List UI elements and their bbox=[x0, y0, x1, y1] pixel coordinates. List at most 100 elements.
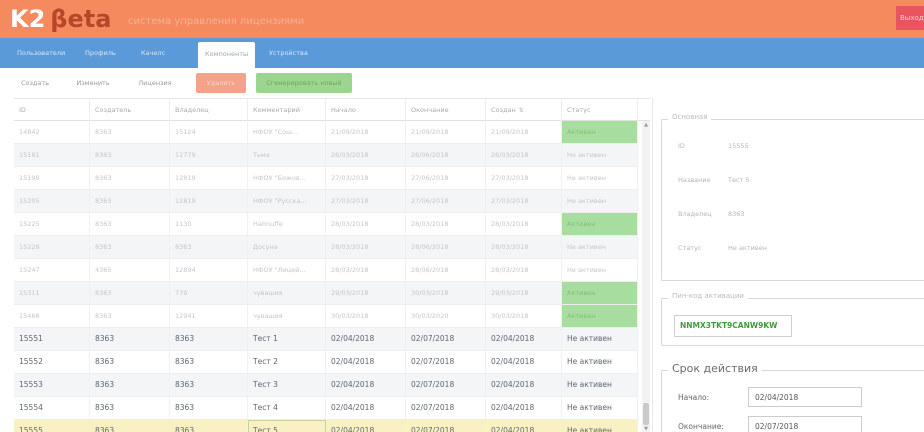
cell-start: 02/04/2018 bbox=[326, 374, 406, 396]
id-value: 15555 bbox=[728, 142, 749, 150]
cell-owner: 8363 bbox=[170, 420, 248, 432]
table-row[interactable]: 15554 8363 8363 Тест 4 02/04/2018 02/07/2018 0… bbox=[14, 397, 638, 420]
scroll-up-icon[interactable]: ▲ bbox=[642, 121, 650, 129]
cell-owner: 12894 bbox=[170, 259, 248, 281]
cell-id: 15554 bbox=[14, 397, 90, 419]
nav-tab-keys[interactable]: Качелс bbox=[134, 38, 172, 68]
cell-owner: 8363 bbox=[170, 236, 248, 258]
generate-new-button[interactable]: Сгенерировать новый bbox=[256, 73, 352, 93]
cell-id: 15205 bbox=[14, 190, 90, 212]
table-row[interactable]: 15205 8363 12819 НФОУ "Русска... 27/03/2018 2… bbox=[14, 190, 638, 213]
cell-owner: 8363 bbox=[170, 374, 248, 396]
cell-created: 26/03/2018 bbox=[486, 144, 562, 166]
start-date-input[interactable] bbox=[748, 387, 862, 407]
table-row[interactable]: 14842 8363 15124 НФОУ "Сош... 21/09/2018 21/0… bbox=[14, 121, 638, 144]
column-header-creator[interactable]: Создатель bbox=[90, 99, 170, 121]
delete-button[interactable]: Удалить bbox=[196, 73, 246, 93]
cell-id: 15225 bbox=[14, 213, 90, 235]
cell-created: 02/04/2018 bbox=[486, 397, 562, 419]
cell-comment: Досуна bbox=[248, 236, 326, 258]
cell-start: 21/09/2018 bbox=[326, 121, 406, 143]
nav-tab-users[interactable]: Пользователи bbox=[10, 38, 72, 68]
logo-beta: βeta bbox=[50, 5, 112, 33]
app-subtitle: система управления лицензиями bbox=[128, 16, 305, 27]
cell-status: Не активен bbox=[562, 144, 638, 166]
cell-creator: 8363 bbox=[90, 397, 170, 419]
table-row[interactable]: 15552 8363 8363 Тест 2 02/04/2018 02/07/2018 0… bbox=[14, 351, 638, 374]
cell-comment: НФОУ "Русска... bbox=[248, 190, 326, 212]
table-body: 14842 8363 15124 НФОУ "Сош... 21/09/2018 21/0… bbox=[14, 121, 638, 432]
cell-comment: НФОУ "Сош... bbox=[248, 121, 326, 143]
cell-status: Не активен bbox=[562, 374, 638, 396]
table-row[interactable]: 15161 8363 12779 Тьма 26/03/2018 26/06/2018 26… bbox=[14, 144, 638, 167]
cell-created: 27/03/2018 bbox=[486, 167, 562, 189]
details-panel: Основная ID 15555 Название Тест 5 Владел… bbox=[653, 98, 924, 432]
table-row[interactable]: 15198 8363 12819 НФОУ "Божов... 27/03/2018 27… bbox=[14, 167, 638, 190]
nav-tab-components[interactable]: Компоненты bbox=[198, 42, 256, 68]
cell-created: 02/04/2018 bbox=[486, 374, 562, 396]
main-info-group: Основная ID 15555 Название Тест 5 Владел… bbox=[661, 113, 924, 281]
cell-creator: 4365 bbox=[90, 259, 170, 281]
cell-start: 26/03/2018 bbox=[326, 144, 406, 166]
table-row[interactable]: 15555 8363 8363 Тест 5 02/04/2018 02/07/2018 0… bbox=[14, 420, 638, 432]
scroll-down-icon[interactable]: ▼ bbox=[642, 425, 650, 432]
table-row[interactable]: 15228 8363 8363 Досуна 28/03/2018 28/06/2018 2… bbox=[14, 236, 638, 259]
cell-creator: 8363 bbox=[90, 167, 170, 189]
cell-creator: 8363 bbox=[90, 236, 170, 258]
table-scrollbar[interactable]: ▲ ▼ bbox=[642, 121, 650, 432]
nav-tab-profile[interactable]: Профиль bbox=[78, 38, 123, 68]
cell-id: 15555 bbox=[14, 420, 90, 432]
activation-code-group: Пин-код активации NNMX3TKT9CANW9KW bbox=[661, 292, 924, 346]
cell-owner: 1130 bbox=[170, 213, 248, 235]
cell-created: 28/03/2018 bbox=[486, 259, 562, 281]
cell-creator: 8363 bbox=[90, 328, 170, 350]
nav-tab-devices[interactable]: Устройства bbox=[262, 38, 315, 68]
create-button[interactable]: Создать bbox=[14, 73, 56, 93]
status-label: Статус bbox=[678, 244, 702, 252]
column-header-status[interactable]: Статус bbox=[562, 99, 638, 121]
name-value: Тест 5 bbox=[728, 176, 750, 184]
edit-button[interactable]: Изменить bbox=[68, 73, 118, 93]
table-row[interactable]: 15551 8363 8363 Тест 1 02/04/2018 02/07/2018 0… bbox=[14, 328, 638, 351]
cell-status: Не активен bbox=[562, 328, 638, 350]
end-date-input[interactable] bbox=[748, 416, 862, 432]
cell-status: Активен bbox=[562, 282, 638, 304]
scroll-thumb[interactable] bbox=[643, 403, 649, 425]
cell-created: 02/04/2018 bbox=[486, 420, 562, 432]
cell-end: 02/07/2018 bbox=[406, 420, 486, 432]
cell-id: 15552 bbox=[14, 351, 90, 373]
cell-end: 30/03/2018 bbox=[406, 282, 486, 304]
cell-start: 28/03/2018 bbox=[326, 213, 406, 235]
column-header-end[interactable]: Окончание bbox=[406, 99, 486, 121]
cell-id: 15553 bbox=[14, 374, 90, 396]
table-row[interactable]: 15225 8363 1130 Hahnuffe 28/03/2018 28/03/201… bbox=[14, 213, 638, 236]
column-header-start[interactable]: Начало bbox=[326, 99, 406, 121]
column-header-created[interactable]: Создан ⇅ bbox=[486, 99, 562, 121]
license-button[interactable]: Лицензия bbox=[128, 73, 182, 93]
table-row[interactable]: 15553 8363 8363 Тест 3 02/04/2018 02/07/2018 0… bbox=[14, 374, 638, 397]
cell-owner: 8363 bbox=[170, 397, 248, 419]
cell-end: 27/06/2018 bbox=[406, 190, 486, 212]
table-row[interactable]: 15311 8363 779 чувашия 29/03/2018 30/03/2018 2… bbox=[14, 282, 638, 305]
column-header-owner[interactable]: Владелец bbox=[170, 99, 248, 121]
column-header-id[interactable]: ID bbox=[14, 99, 90, 121]
cell-comment: чувашия bbox=[248, 282, 326, 304]
cell-owner: 779 bbox=[170, 282, 248, 304]
cell-creator: 8363 bbox=[90, 190, 170, 212]
components-table: ID Создатель Владелец Комментарий Начало… bbox=[14, 98, 650, 432]
start-date-label: Начало: bbox=[678, 393, 710, 402]
table-row[interactable]: 15468 8363 12941 чувашия 30/03/2018 30/03/202… bbox=[14, 305, 638, 328]
table-row[interactable]: 15247 4365 12894 НФОУ "Лицей... 28/03/2018 28… bbox=[14, 259, 638, 282]
cell-creator: 8363 bbox=[90, 282, 170, 304]
cell-start: 27/03/2018 bbox=[326, 190, 406, 212]
cell-creator: 8363 bbox=[90, 374, 170, 396]
column-header-comment[interactable]: Комментарий bbox=[248, 99, 326, 121]
cell-end: 28/03/2018 bbox=[406, 213, 486, 235]
cell-creator: 8363 bbox=[90, 351, 170, 373]
exit-button[interactable]: Выход bbox=[896, 6, 924, 30]
cell-end: 21/09/2018 bbox=[406, 121, 486, 143]
cell-owner: 8363 bbox=[170, 351, 248, 373]
app-header: K2 βeta система управления лицензиями Вых… bbox=[0, 0, 924, 38]
activation-code-field[interactable]: NNMX3TKT9CANW9KW bbox=[674, 315, 792, 337]
logo-k2: K2 bbox=[10, 5, 46, 33]
